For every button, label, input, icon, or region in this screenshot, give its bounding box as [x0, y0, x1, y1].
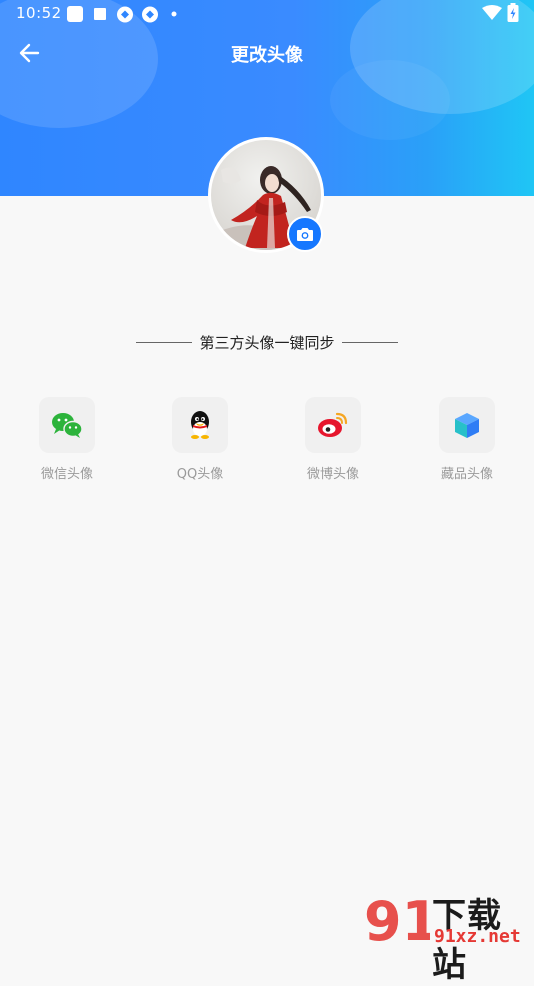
dot-icon [171, 11, 177, 17]
icon-box [172, 397, 228, 453]
battery-icon [507, 3, 519, 22]
section-title: 第三方头像一键同步 [199, 333, 335, 352]
watermark-logo-number: 91 [364, 890, 430, 948]
network-icon [117, 6, 133, 23]
nav-bar: 更改头像 [0, 27, 534, 79]
camera-icon [297, 227, 313, 241]
network-icon [142, 6, 158, 23]
qq-penguin-icon [191, 411, 209, 439]
stop-icon [94, 8, 106, 20]
option-label: 微博头像 [306, 467, 359, 482]
option-label: 藏品头像 [440, 467, 493, 482]
divider [341, 341, 398, 343]
wechat-icon [52, 413, 83, 438]
watermark-logo: 91 [364, 890, 430, 948]
site-watermark: 91 下载站 91xz.net [362, 886, 534, 985]
cube-icon [455, 413, 479, 438]
icon-box [305, 397, 361, 453]
sync-section-header: 第三方头像一键同步 [0, 330, 534, 354]
status-time: 10:52 [16, 4, 62, 22]
page-title: 更改头像 [231, 45, 303, 66]
divider [136, 341, 193, 343]
wifi-icon [482, 5, 502, 20]
square-notification-icon [67, 6, 83, 22]
icon-box [439, 397, 495, 453]
watermark-url: 91xz.net [434, 926, 521, 947]
wechat-avatar-option[interactable]: 微信头像 [27, 397, 107, 482]
weibo-avatar-option[interactable]: 微博头像 [293, 397, 373, 482]
camera-button[interactable] [287, 216, 323, 252]
option-label: QQ头像 [176, 467, 224, 482]
icon-box [39, 397, 95, 453]
status-bar: 10:52 [0, 0, 534, 27]
weibo-icon [318, 412, 348, 437]
qq-avatar-option[interactable]: QQ头像 [160, 397, 240, 482]
collection-avatar-option[interactable]: 藏品头像 [427, 397, 507, 482]
option-label: 微信头像 [40, 467, 93, 482]
